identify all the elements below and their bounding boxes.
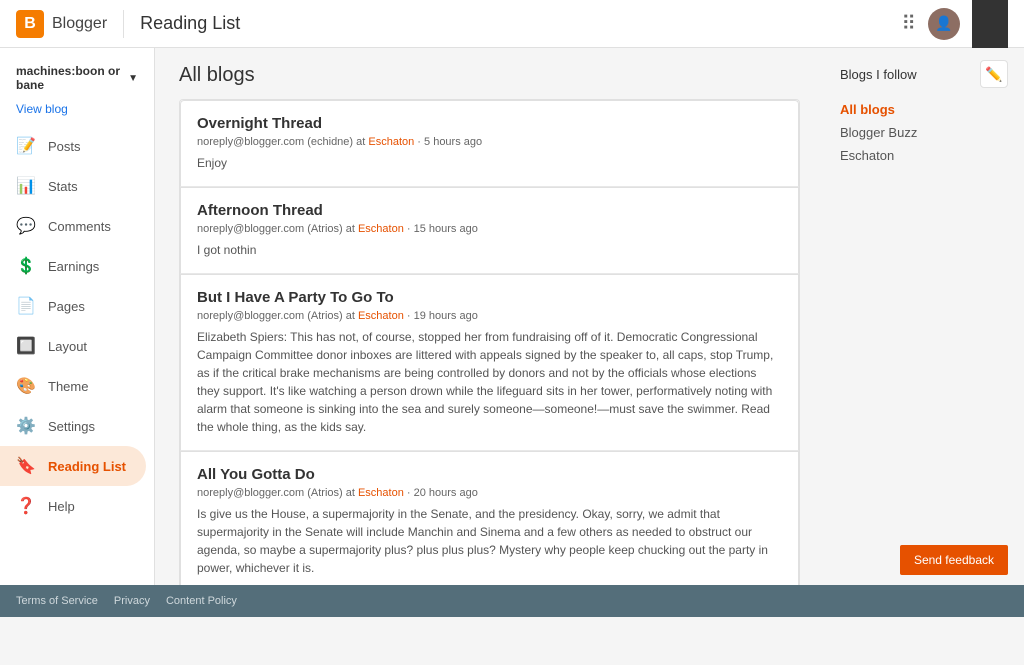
footer-tos-link[interactable]: Terms of Service [16, 595, 98, 607]
follow-blog-eschaton[interactable]: Eschaton [840, 144, 1008, 167]
comments-icon: 💬 [16, 216, 36, 236]
post-meta-blog-link[interactable]: Eschaton [358, 223, 404, 235]
post-title[interactable]: All You Gotta Do [197, 466, 782, 483]
post-meta-time: · 20 hours ago [404, 487, 478, 499]
blog-selector-arrow-icon: ▼ [128, 73, 138, 84]
reading-list-label: Reading List [48, 459, 126, 474]
blogs-follow-title: Blogs I follow [840, 67, 917, 82]
comments-label: Comments [48, 219, 111, 234]
post-meta-prefix: noreply@blogger.com (Atrios) at [197, 310, 358, 322]
post-meta-time: · 5 hours ago [414, 136, 482, 148]
post-meta: noreply@blogger.com (Atrios) at Eschaton… [197, 487, 782, 499]
nav-posts[interactable]: 📝 Posts [0, 126, 146, 166]
help-icon: ❓ [16, 496, 36, 516]
earnings-icon: 💲 [16, 256, 36, 276]
settings-label: Settings [48, 419, 95, 434]
view-blog-link[interactable]: View blog [0, 100, 154, 126]
pages-label: Pages [48, 299, 85, 314]
post-meta-time: · 19 hours ago [404, 310, 478, 322]
follow-blog-all[interactable]: All blogs [840, 98, 1008, 121]
layout-label: Layout [48, 339, 87, 354]
table-row: Afternoon Thread noreply@blogger.com (At… [180, 187, 799, 274]
app-header: B Blogger Reading List ⠿ 👤 [0, 0, 1024, 48]
post-excerpt: Enjoy [197, 154, 782, 172]
stats-icon: 📊 [16, 176, 36, 196]
sidebar: machines:boon or bane ▼ View blog 📝 Post… [0, 48, 155, 617]
nav-stats[interactable]: 📊 Stats [0, 166, 146, 206]
theme-label: Theme [48, 379, 88, 394]
blog-selector[interactable]: machines:boon or bane ▼ [0, 56, 154, 100]
blogger-logo-icon: B [16, 10, 44, 38]
posts-label: Posts [48, 139, 81, 154]
stats-label: Stats [48, 179, 78, 194]
post-meta-prefix: noreply@blogger.com (Atrios) at [197, 223, 358, 235]
post-meta-blog-link[interactable]: Eschaton [368, 136, 414, 148]
posts-container: Overnight Thread noreply@blogger.com (ec… [179, 99, 800, 617]
nav-theme[interactable]: 🎨 Theme [0, 366, 146, 406]
app-body: machines:boon or bane ▼ View blog 📝 Post… [0, 48, 1024, 617]
table-row: Overnight Thread noreply@blogger.com (ec… [180, 100, 799, 187]
post-excerpt: Is give us the House, a supermajority in… [197, 505, 782, 577]
post-meta-prefix: noreply@blogger.com (Atrios) at [197, 487, 358, 499]
page-title: Reading List [140, 13, 240, 34]
post-excerpt: Elizabeth Spiers: This has not, of cours… [197, 328, 782, 436]
table-row: All You Gotta Do noreply@blogger.com (At… [180, 451, 799, 592]
footer-privacy-link[interactable]: Privacy [114, 595, 150, 607]
send-feedback-button[interactable]: Send feedback [900, 545, 1008, 575]
section-title: All blogs [179, 64, 800, 87]
post-meta: noreply@blogger.com (Atrios) at Eschaton… [197, 223, 782, 235]
user-avatar[interactable]: 👤 [928, 8, 960, 40]
logo-group: B Blogger [16, 10, 107, 38]
posts-icon: 📝 [16, 136, 36, 156]
post-meta-prefix: noreply@blogger.com (echidne) at [197, 136, 368, 148]
settings-icon: ⚙️ [16, 416, 36, 436]
header-actions: ⠿ 👤 [901, 0, 1008, 48]
nav-earnings[interactable]: 💲 Earnings [0, 246, 146, 286]
dark-header-box [972, 0, 1008, 48]
post-meta: noreply@blogger.com (Atrios) at Eschaton… [197, 310, 782, 322]
post-meta-blog-link[interactable]: Eschaton [358, 487, 404, 499]
footer-content-policy-link[interactable]: Content Policy [166, 595, 237, 607]
apps-grid-icon[interactable]: ⠿ [901, 11, 916, 36]
post-title[interactable]: But I Have A Party To Go To [197, 289, 782, 306]
nav-pages[interactable]: 📄 Pages [0, 286, 146, 326]
brand-name: Blogger [52, 15, 107, 33]
nav-reading-list[interactable]: 🔖 Reading List [0, 446, 146, 486]
main-content: All blogs Overnight Thread noreply@blogg… [155, 48, 824, 617]
earnings-label: Earnings [48, 259, 99, 274]
footer-bar: Terms of Service Privacy Content Policy [0, 585, 1024, 617]
layout-icon: 🔲 [16, 336, 36, 356]
nav-layout[interactable]: 🔲 Layout [0, 326, 146, 366]
post-excerpt: I got nothin [197, 241, 782, 259]
blog-selector-name: machines:boon or bane [16, 64, 124, 92]
help-label: Help [48, 499, 75, 514]
nav-settings[interactable]: ⚙️ Settings [0, 406, 146, 446]
reading-list-icon: 🔖 [16, 456, 36, 476]
post-meta-time: · 15 hours ago [404, 223, 478, 235]
post-meta: noreply@blogger.com (echidne) at Eschato… [197, 136, 782, 148]
edit-blogs-button[interactable]: ✏️ [980, 60, 1008, 88]
blogs-follow-header: Blogs I follow ✏️ [840, 60, 1008, 88]
nav-help[interactable]: ❓ Help [0, 486, 146, 526]
follow-blog-blogger-buzz[interactable]: Blogger Buzz [840, 121, 1008, 144]
post-title[interactable]: Overnight Thread [197, 115, 782, 132]
nav-comments[interactable]: 💬 Comments [0, 206, 146, 246]
table-row: But I Have A Party To Go To noreply@blog… [180, 274, 799, 451]
post-title[interactable]: Afternoon Thread [197, 202, 782, 219]
theme-icon: 🎨 [16, 376, 36, 396]
post-meta-blog-link[interactable]: Eschaton [358, 310, 404, 322]
header-divider [123, 10, 124, 38]
right-panel: Blogs I follow ✏️ All blogs Blogger Buzz… [824, 48, 1024, 617]
pages-icon: 📄 [16, 296, 36, 316]
pencil-icon: ✏️ [985, 66, 1002, 83]
